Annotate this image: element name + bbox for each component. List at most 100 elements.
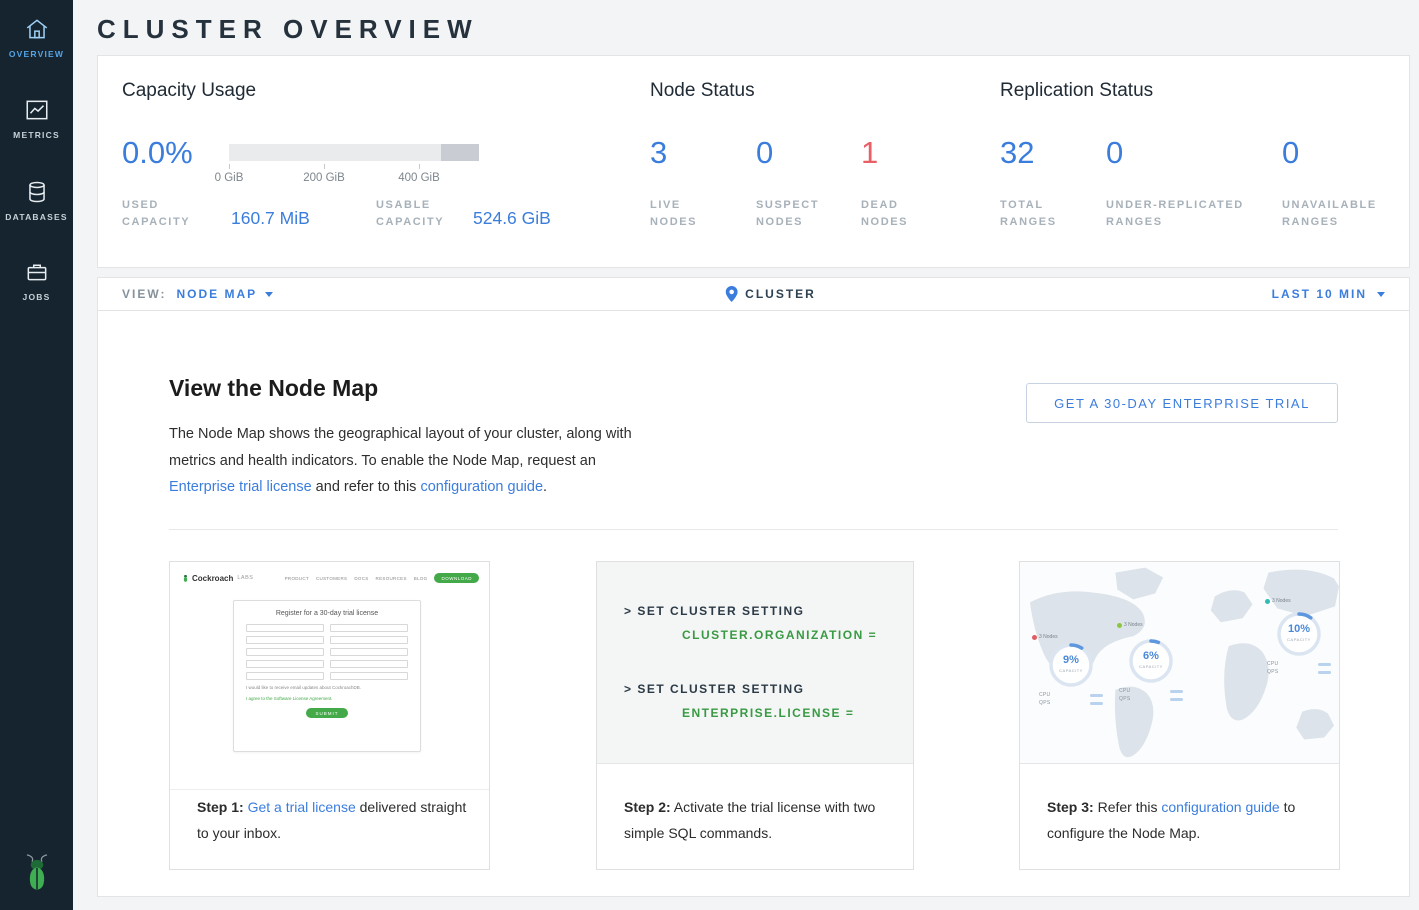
axis-tick-label: 200 GiB [294,172,354,184]
gauge-percent: 10% [1276,623,1322,635]
sidebar-item-overview[interactable]: OVERVIEW [0,16,73,59]
configuration-guide-link[interactable]: configuration guide [420,479,543,495]
locality-dot-icon [1265,599,1270,604]
home-icon [24,16,50,42]
locality-dot-icon [1117,623,1122,628]
breadcrumb-cluster-label: CLUSTER [745,287,816,301]
node-status-title: Node Status [650,80,755,102]
mock-download-pill: DOWNLOAD [434,573,479,583]
step1-label: Step 1: [197,799,244,815]
under-replicated-ranges-value: 0 [1106,136,1268,170]
usable-capacity-label: USABLE CAPACITY [376,197,458,231]
total-ranges-value: 32 [1000,136,1082,170]
capacity-gauge: 6% CAPACITY CPU QPS [1128,638,1174,684]
node-map-panel: View the Node Map The Node Map shows the… [97,310,1410,897]
step2-caption: Step 2: Activate the trial license with … [624,794,895,846]
page-title: CLUSTER OVERVIEW [97,13,479,45]
sidebar-item-metrics[interactable]: METRICS [0,97,73,140]
get-trial-license-link[interactable]: Get a trial license [248,799,356,815]
usable-capacity-value: 524.6 GiB [473,208,551,229]
under-replicated-ranges-stat: 0 UNDER-REPLICATED RANGES [1106,136,1268,231]
mock-nav: PRODUCT CUSTOMERS DOCS RESOURCES BLOG DO… [285,573,479,583]
sidebar-item-label: OVERVIEW [0,49,73,59]
capacity-usage-title: Capacity Usage [122,80,256,102]
gauge-stats: CPU QPS [1267,659,1331,675]
step3-label: Step 3: [1047,799,1094,815]
code-line: CLUSTER.ORGANIZATION = [682,628,877,642]
cockroach-logo-icon [22,853,52,893]
step2-code-block: > SET CLUSTER SETTING CLUSTER.ORGANIZATI… [597,562,913,764]
locality-pin: 3 Nodes [1032,634,1058,640]
location-pin-icon [725,286,737,302]
locality-pin: 3 Nodes [1265,598,1291,604]
breadcrumb[interactable]: CLUSTER [725,278,816,310]
replication-status-title: Replication Status [1000,80,1153,102]
capacity-bar [229,144,479,161]
bug-icon [182,573,189,583]
axis-tick-label: 400 GiB [389,172,449,184]
suspect-nodes-label: SUSPECT NODES [756,197,838,231]
sidebar-item-jobs[interactable]: JOBS [0,259,73,302]
panel-title: View the Node Map [169,375,378,402]
cockroachdb-admin-ui: OVERVIEW METRICS DATABASES JOBS [0,0,1419,910]
axis-tick [229,164,230,169]
time-range-dropdown[interactable]: LAST 10 MIN [1272,278,1385,310]
unavailable-ranges-stat: 0 UNAVAILABLE RANGES [1282,136,1394,231]
mock-form-note: I agree to the Software License Agreemen… [246,696,408,702]
step3-caption: Step 3: Refer this configuration guide t… [1047,794,1321,846]
cluster-summary-card: Capacity Usage 0.0% 0 GiB 200 GiB 400 Gi… [97,55,1410,268]
gauge-percent: 6% [1128,650,1174,662]
gauge-caption: CAPACITY [1048,668,1094,673]
database-icon [24,179,50,205]
step3-nodemap-preview: 3 Nodes 3 Nodes 3 Nodes 9% CAPACITY [1020,562,1339,764]
capacity-gauge: 9% CAPACITY CPU QPS [1048,642,1094,688]
axis-tick [419,164,420,169]
cockroach-logo[interactable] [0,853,73,898]
chart-icon [24,97,50,123]
unavailable-ranges-value: 0 [1282,136,1394,170]
step2-label: Step 2: [624,799,671,815]
locality-dot-icon [1032,635,1037,640]
axis-tick-label: 0 GiB [199,172,259,184]
dead-nodes-stat: 1 DEAD NODES [861,136,943,231]
enterprise-trial-license-link[interactable]: Enterprise trial license [169,479,312,495]
mock-form-fields [246,624,408,680]
step1-card: Cockroach LABS PRODUCT CUSTOMERS DOCS RE… [169,561,490,870]
sidebar-item-label: DATABASES [0,212,73,222]
configuration-guide-link[interactable]: configuration guide [1161,799,1279,815]
mock-registration-form: Register for a 30-day trial license I wo… [233,600,421,752]
sidebar-item-label: JOBS [0,292,73,302]
step2-card: > SET CLUSTER SETTING CLUSTER.ORGANIZATI… [596,561,914,870]
code-line: > SET CLUSTER SETTING [624,604,805,618]
gauge-percent: 9% [1048,654,1094,666]
suspect-nodes-stat: 0 SUSPECT NODES [756,136,838,231]
gauge-caption: CAPACITY [1276,637,1322,642]
used-capacity-value: 160.7 MiB [231,208,310,229]
mock-form-note: I would like to receive email updates ab… [246,685,408,691]
view-selector-dropdown[interactable]: NODE MAP [176,287,273,301]
used-capacity-label: USED CAPACITY [122,197,204,231]
mock-form-title: Register for a 30-day trial license [234,610,420,617]
divider [169,529,1338,530]
time-range-value: LAST 10 MIN [1272,287,1367,301]
live-nodes-stat: 3 LIVE NODES [650,136,732,231]
axis-tick [324,164,325,169]
gauge-stats: CPU QPS [1119,686,1183,702]
view-bar: VIEW: NODE MAP CLUSTER LAST 10 MIN [97,277,1410,311]
gauge-caption: CAPACITY [1128,664,1174,669]
step1-screenshot: Cockroach LABS PRODUCT CUSTOMERS DOCS RE… [170,562,489,790]
view-selector-value: NODE MAP [176,287,257,301]
capacity-gauge: 10% CAPACITY CPU QPS [1276,611,1322,657]
chevron-down-icon [265,292,273,297]
suspect-nodes-value: 0 [756,136,838,170]
enterprise-trial-button[interactable]: GET A 30-DAY ENTERPRISE TRIAL [1026,383,1338,423]
dead-nodes-value: 1 [861,136,943,170]
locality-pin: 3 Nodes [1117,622,1143,628]
capacity-bar-reserved-segment [441,144,479,161]
capacity-used-percent: 0.0% [122,136,193,170]
sidebar-item-databases[interactable]: DATABASES [0,179,73,222]
live-nodes-value: 3 [650,136,732,170]
gauge-stats: CPU QPS [1039,690,1103,706]
mock-brand: Cockroach LABS [182,573,253,583]
dead-nodes-label: DEAD NODES [861,197,943,231]
